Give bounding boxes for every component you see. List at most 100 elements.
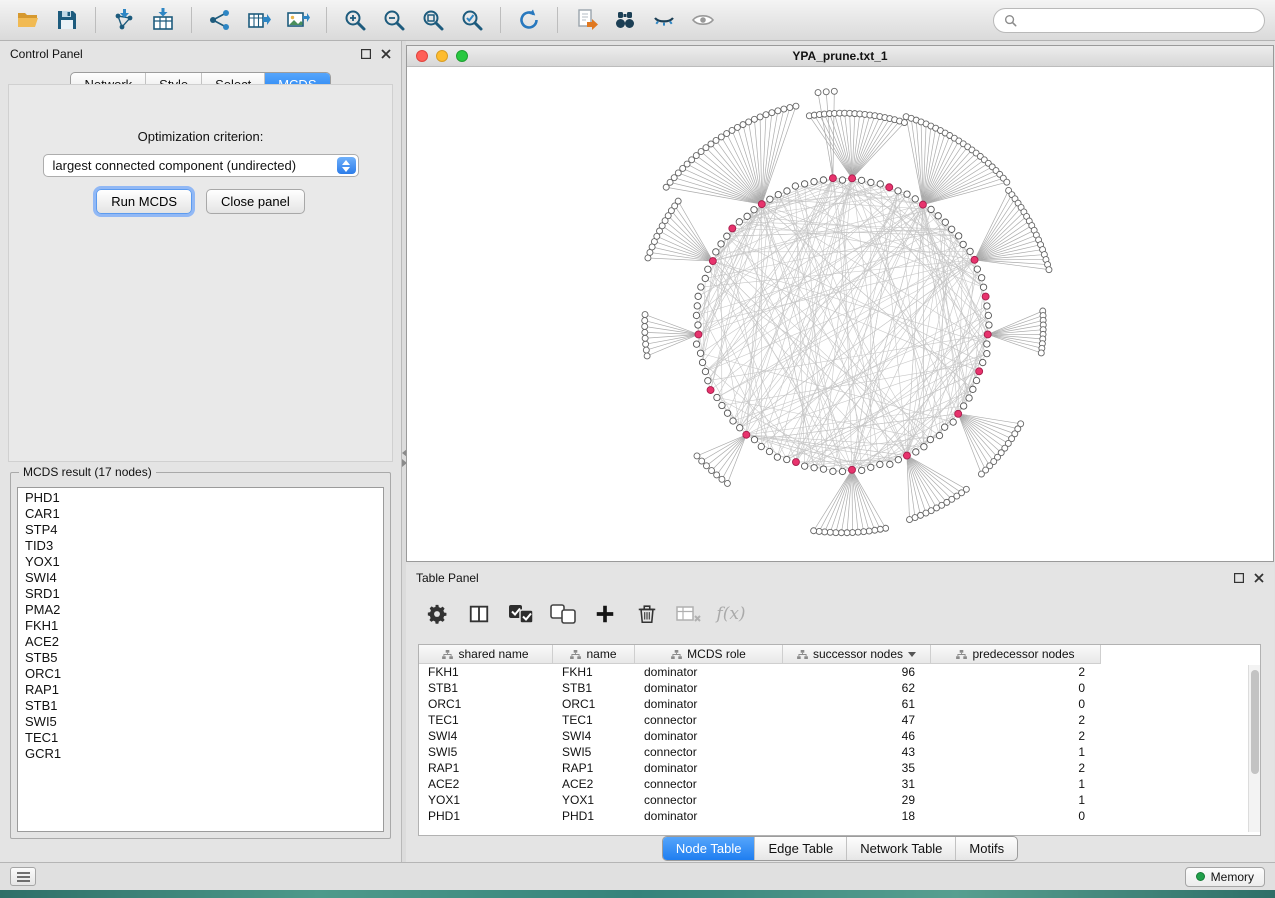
- float-panel-icon[interactable]: [361, 49, 371, 59]
- column-header-mcds-role[interactable]: MCDS role: [635, 645, 783, 664]
- table-cell: RAP1: [553, 761, 635, 775]
- table-cell: PHD1: [419, 809, 553, 823]
- column-type-icon: [956, 650, 967, 659]
- table-cell: dominator: [635, 665, 783, 679]
- table-row[interactable]: ACE2ACE2connector311: [419, 776, 1260, 792]
- zoom-out-icon[interactable]: [376, 4, 412, 36]
- import-table-icon[interactable]: [145, 4, 181, 36]
- criterion-select[interactable]: largest connected component (undirected): [43, 154, 359, 177]
- table-cell: dominator: [635, 729, 783, 743]
- open-file-icon[interactable]: [10, 4, 46, 36]
- zoom-fit-icon[interactable]: [415, 4, 451, 36]
- import-network-icon[interactable]: [106, 4, 142, 36]
- close-panel-icon[interactable]: [1254, 573, 1264, 583]
- table-scrollbar[interactable]: [1248, 665, 1260, 832]
- table-cell: 0: [931, 809, 1101, 823]
- column-header-name[interactable]: name: [553, 645, 635, 664]
- select-all-icon[interactable]: [504, 597, 538, 631]
- copy-share-icon[interactable]: [568, 4, 604, 36]
- column-label: MCDS role: [687, 647, 746, 661]
- result-node-item[interactable]: PHD1: [18, 490, 383, 506]
- result-node-item[interactable]: STP4: [18, 522, 383, 538]
- add-row-icon[interactable]: [588, 597, 622, 631]
- float-panel-icon[interactable]: [1234, 573, 1244, 583]
- network-canvas[interactable]: [407, 67, 1273, 561]
- network-window-titlebar[interactable]: YPA_prune.txt_1: [407, 46, 1273, 67]
- tab-motifs[interactable]: Motifs: [955, 837, 1017, 860]
- tab-node-table[interactable]: Node Table: [663, 837, 755, 860]
- zoom-in-icon[interactable]: [337, 4, 373, 36]
- table-row[interactable]: FKH1FKH1dominator962: [419, 664, 1260, 680]
- result-node-item[interactable]: SWI5: [18, 714, 383, 730]
- status-menu-button[interactable]: [10, 867, 36, 886]
- column-header-shared-name[interactable]: shared name: [419, 645, 553, 664]
- network-window-title: YPA_prune.txt_1: [792, 49, 887, 63]
- result-node-item[interactable]: YOX1: [18, 554, 383, 570]
- table-row[interactable]: SWI5SWI5connector431: [419, 744, 1260, 760]
- result-node-item[interactable]: PMA2: [18, 602, 383, 618]
- gear-icon[interactable]: [420, 597, 454, 631]
- zoom-selected-icon[interactable]: [454, 4, 490, 36]
- node-table: shared name name MCDS role successor nod…: [418, 644, 1261, 836]
- search-input[interactable]: [1023, 13, 1254, 27]
- table-row[interactable]: STB1STB1dominator620: [419, 680, 1260, 696]
- result-node-item[interactable]: ACE2: [18, 634, 383, 650]
- delete-row-icon[interactable]: [630, 597, 664, 631]
- close-window-icon[interactable]: [416, 50, 428, 62]
- mcds-tab-content: Optimization criterion: largest connecte…: [8, 84, 393, 462]
- table-row[interactable]: RAP1RAP1dominator352: [419, 760, 1260, 776]
- export-table-icon[interactable]: [241, 4, 277, 36]
- columns-icon[interactable]: [462, 597, 496, 631]
- column-label: shared name: [458, 647, 528, 661]
- show-details-icon[interactable]: [685, 4, 721, 36]
- hide-details-icon[interactable]: [646, 4, 682, 36]
- run-mcds-button[interactable]: Run MCDS: [96, 189, 192, 214]
- memory-button[interactable]: Memory: [1185, 867, 1265, 887]
- tab-edge-table[interactable]: Edge Table: [754, 837, 846, 860]
- result-node-item[interactable]: FKH1: [18, 618, 383, 634]
- tab-network-table[interactable]: Network Table: [846, 837, 955, 860]
- refresh-icon[interactable]: [511, 4, 547, 36]
- search-field[interactable]: [993, 8, 1265, 33]
- export-network-icon[interactable]: [202, 4, 238, 36]
- table-cell: SWI5: [419, 745, 553, 759]
- column-header-predecessor-nodes[interactable]: predecessor nodes: [931, 645, 1101, 664]
- maximize-window-icon[interactable]: [456, 50, 468, 62]
- result-node-item[interactable]: SRD1: [18, 586, 383, 602]
- result-node-item[interactable]: TID3: [18, 538, 383, 554]
- column-header-successor-nodes[interactable]: successor nodes: [783, 645, 931, 664]
- close-panel-icon[interactable]: [381, 49, 391, 59]
- result-node-item[interactable]: GCR1: [18, 746, 383, 762]
- table-cell: FKH1: [419, 665, 553, 679]
- mcds-result-list[interactable]: PHD1CAR1STP4TID3YOX1SWI4SRD1PMA2FKH1ACE2…: [17, 487, 384, 832]
- sort-chevron-icon: [908, 652, 916, 657]
- save-icon[interactable]: [49, 4, 85, 36]
- clear-table-icon[interactable]: [672, 597, 706, 631]
- table-row[interactable]: PHD1PHD1dominator180: [419, 808, 1260, 824]
- scrollbar-thumb[interactable]: [1251, 670, 1259, 774]
- deselect-all-icon[interactable]: [546, 597, 580, 631]
- table-cell: 46: [783, 729, 931, 743]
- optimization-criterion-label: Optimization criterion:: [9, 129, 392, 144]
- table-row[interactable]: ORC1ORC1dominator610: [419, 696, 1260, 712]
- result-node-item[interactable]: SWI4: [18, 570, 383, 586]
- table-tabs: Node Table Edge Table Network Table Moti…: [662, 836, 1018, 861]
- function-builder-icon[interactable]: f(x): [714, 597, 748, 631]
- result-node-item[interactable]: RAP1: [18, 682, 383, 698]
- table-row[interactable]: TEC1TEC1connector472: [419, 712, 1260, 728]
- toolbar-separator: [95, 7, 96, 33]
- result-node-item[interactable]: ORC1: [18, 666, 383, 682]
- table-row[interactable]: SWI4SWI4dominator462: [419, 728, 1260, 744]
- result-node-item[interactable]: STB1: [18, 698, 383, 714]
- memory-label: Memory: [1211, 870, 1254, 884]
- table-cell: 2: [931, 665, 1101, 679]
- minimize-window-icon[interactable]: [436, 50, 448, 62]
- table-cell: 2: [931, 761, 1101, 775]
- search-network-icon[interactable]: [607, 4, 643, 36]
- table-row[interactable]: YOX1YOX1connector291: [419, 792, 1260, 808]
- result-node-item[interactable]: TEC1: [18, 730, 383, 746]
- result-node-item[interactable]: STB5: [18, 650, 383, 666]
- export-image-icon[interactable]: [280, 4, 316, 36]
- result-node-item[interactable]: CAR1: [18, 506, 383, 522]
- close-panel-button[interactable]: Close panel: [206, 189, 305, 214]
